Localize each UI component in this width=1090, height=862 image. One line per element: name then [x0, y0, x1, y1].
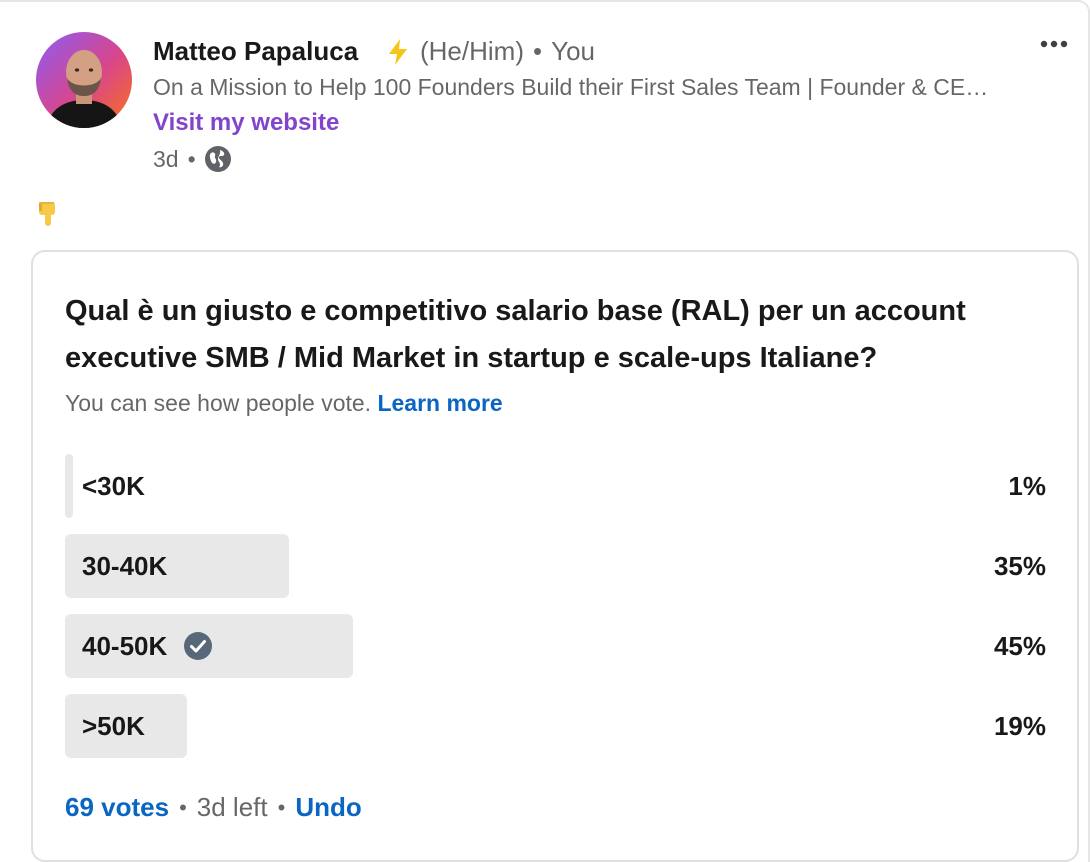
poll-option-label-row: <30K [82, 454, 145, 518]
poll-option-percent: 45% [993, 630, 1046, 661]
separator-dot: • [277, 794, 286, 820]
poll-question: Qual è un giusto e competitivo salario b… [65, 295, 966, 374]
time-left: 3d left [196, 792, 268, 822]
poll-option-percent: 35% [993, 550, 1046, 581]
poll-option-label: 40-50K [82, 630, 168, 661]
separator-dot: • [187, 145, 196, 172]
author-pronouns: (He/Him) [420, 36, 524, 66]
lightning-bolt-icon [389, 38, 407, 65]
poll-option-label-row: 40-50K [82, 614, 213, 678]
separator-dot: • [533, 36, 543, 66]
separator-dot: • [179, 794, 187, 820]
visit-website-link[interactable]: Visit my website [153, 109, 339, 137]
poll-option-selected[interactable]: 40-50K 45% [65, 614, 1046, 678]
post-card: Matteo Papaluca (He/Him) • You On a Miss… [0, 0, 1090, 862]
poll-visibility-note: You can see how people vote. [65, 390, 372, 416]
poll-option-label: >50K [82, 710, 145, 741]
poll-option-bar [65, 454, 73, 518]
poll-option-percent: 19% [993, 710, 1046, 741]
votes-link[interactable]: 69 votes [65, 792, 169, 823]
poll-option-label-row: >50K [82, 694, 145, 758]
author-headline: On a Mission to Help 100 Founders Build … [153, 74, 1003, 100]
poll-option[interactable]: 30-40K 35% [65, 534, 1046, 598]
learn-more-link[interactable]: Learn more [377, 390, 502, 416]
author-meta: (He/Him) • You [386, 36, 595, 67]
poll-subtitle: You can see how people vote. Learn more [65, 390, 503, 417]
poll-option-label: <30K [82, 470, 145, 501]
page: Matteo Papaluca (He/Him) • You On a Miss… [0, 0, 1090, 862]
globe-icon [204, 146, 231, 172]
author-relationship: You [551, 36, 595, 66]
poll-option-label-row: 30-40K [82, 534, 167, 598]
post-time-row: 3d • [153, 145, 232, 173]
more-options-button[interactable] [1034, 32, 1074, 56]
author-name[interactable]: Matteo Papaluca [153, 36, 358, 67]
check-circle-icon [184, 632, 213, 660]
poll-option[interactable]: >50K 19% [65, 694, 1046, 758]
avatar[interactable] [36, 32, 132, 128]
poll-footer: 69 votes • 3d left • Undo [65, 792, 362, 823]
poll-card: Qual è un giusto e competitivo salario b… [31, 250, 1079, 862]
poll-option-percent: 1% [1008, 470, 1046, 501]
poll-option[interactable]: <30K 1% [65, 454, 1046, 518]
poll-option-label: 30-40K [82, 550, 168, 581]
more-horizontal-icon [1040, 40, 1068, 48]
undo-vote-button[interactable]: Undo [295, 792, 361, 823]
post-time: 3d [153, 145, 179, 172]
